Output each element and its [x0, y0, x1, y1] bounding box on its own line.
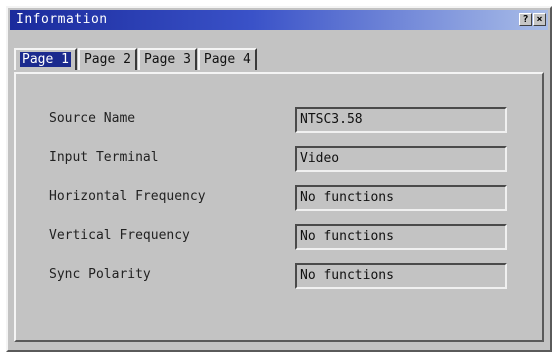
help-button[interactable]: ?: [519, 13, 532, 26]
window-title: Information: [16, 12, 108, 27]
source-name-label: Source Name: [49, 111, 136, 126]
input-terminal-row: Input Terminal Video: [16, 146, 542, 174]
source-name-row: Source Name NTSC3.58: [16, 107, 542, 135]
horizontal-frequency-value: No functions: [295, 185, 507, 211]
tab-label: Page 3: [143, 52, 191, 67]
sync-polarity-row: Sync Polarity No functions: [16, 263, 542, 291]
title-bar[interactable]: Information ? ×: [10, 10, 548, 30]
horizontal-frequency-row: Horizontal Frequency No functions: [16, 185, 542, 213]
info-panel: Source Name NTSC3.58 Input Terminal Vide…: [14, 72, 544, 342]
tab-strip: Page 1 Page 2 Page 3 Page 4: [14, 48, 258, 72]
information-window: Information ? × Page 1 Page 2 Page 3 Pag…: [6, 6, 552, 352]
tab-label: Page 4: [203, 52, 251, 67]
close-button[interactable]: ×: [533, 13, 546, 26]
vertical-frequency-label: Vertical Frequency: [49, 228, 190, 243]
tab-page-2[interactable]: Page 2: [77, 48, 137, 70]
tab-label: Page 2: [83, 52, 131, 67]
source-name-value: NTSC3.58: [295, 107, 507, 133]
vertical-frequency-row: Vertical Frequency No functions: [16, 224, 542, 252]
input-terminal-value: Video: [295, 146, 507, 172]
sync-polarity-label: Sync Polarity: [49, 267, 151, 282]
input-terminal-label: Input Terminal: [49, 150, 159, 165]
vertical-frequency-value: No functions: [295, 224, 507, 250]
tab-page-4[interactable]: Page 4: [197, 48, 257, 70]
tab-page-1[interactable]: Page 1: [14, 48, 77, 70]
tab-label: Page 1: [20, 52, 71, 67]
tab-page-3[interactable]: Page 3: [137, 48, 197, 70]
sync-polarity-value: No functions: [295, 263, 507, 289]
horizontal-frequency-label: Horizontal Frequency: [49, 189, 206, 204]
